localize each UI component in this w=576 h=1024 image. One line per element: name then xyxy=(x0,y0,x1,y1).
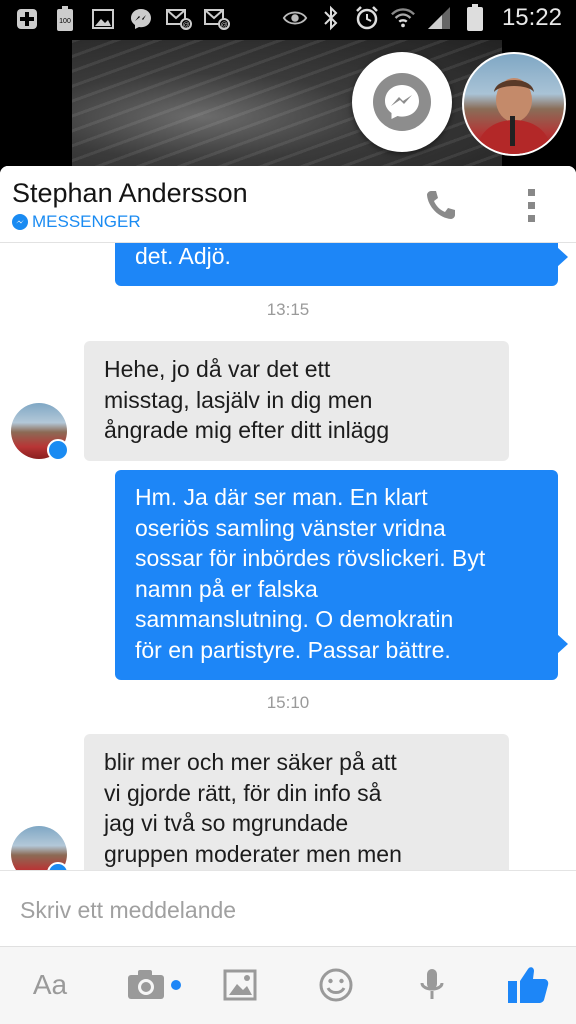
timestamp: 13:15 xyxy=(266,300,310,319)
plus-icon xyxy=(14,6,40,32)
more-options-button[interactable] xyxy=(516,184,546,226)
avatar xyxy=(476,78,552,154)
svg-text:100: 100 xyxy=(59,18,71,25)
incoming-message[interactable]: blir mer och mer säker på att vi gjorde … xyxy=(84,734,509,870)
conversation-header: Stephan Andersson MESSENGER xyxy=(0,166,576,243)
message-line: Hm. Ja där ser man. En klart xyxy=(135,484,428,510)
phone-icon xyxy=(427,191,455,219)
avatar[interactable] xyxy=(11,826,69,870)
status-clock: 15:22 xyxy=(501,4,562,31)
message-list[interactable]: det. Adjö. 13:15 Hehe, jo då var det ett… xyxy=(0,242,576,870)
app-label-text: MESSENGER xyxy=(32,212,141,231)
message-line: gruppen moderater men men xyxy=(104,840,402,867)
message-line: misstag, lasjälv in dig men xyxy=(104,386,373,413)
emoji-button[interactable] xyxy=(316,965,356,1005)
avatar[interactable] xyxy=(11,403,69,461)
emoji-icon xyxy=(319,968,353,1002)
contact-chat-head[interactable] xyxy=(462,52,566,156)
message-line: ångrade mig efter ditt inlägg xyxy=(104,417,390,443)
thumbs-up-icon xyxy=(508,967,549,1003)
eye-icon xyxy=(282,5,308,31)
bluetooth-icon xyxy=(318,5,344,31)
message-line: sammanslutning. O demokratin xyxy=(135,606,454,632)
text-format-button[interactable]: Aa xyxy=(30,965,70,1005)
messenger-icon xyxy=(12,214,28,230)
messenger-chat-head[interactable] xyxy=(352,52,452,152)
more-dot-icon xyxy=(527,188,535,196)
message-line: sossar för inbördes rövslickeri. Byt xyxy=(135,545,486,571)
messenger-icon xyxy=(128,6,154,32)
message-line: namn på er falska xyxy=(135,575,318,602)
message-line: vi gjorde rätt, för din info så xyxy=(104,779,382,806)
message-line: Hehe, jo då var det ett xyxy=(104,356,331,382)
message-input[interactable]: Skriv ett meddelande xyxy=(20,897,236,924)
voice-button[interactable] xyxy=(414,965,450,1005)
gallery-button[interactable] xyxy=(220,965,260,1005)
call-button[interactable] xyxy=(420,184,462,226)
message-composer[interactable]: Skriv ett meddelande xyxy=(0,870,576,947)
outgoing-message[interactable]: det. Adjö. xyxy=(115,242,568,286)
image-icon xyxy=(223,969,257,1001)
svg-text:@: @ xyxy=(220,22,227,29)
composer-toolbar: Aa xyxy=(0,946,576,1024)
mail-icon: @ xyxy=(166,6,192,32)
more-dot-icon xyxy=(527,214,535,222)
app-label: MESSENGER xyxy=(12,212,141,232)
camera-icon xyxy=(128,970,181,999)
wifi-icon xyxy=(390,5,416,31)
message-line: för en partistyre. Passar bättre. xyxy=(135,636,451,663)
more-dot-icon xyxy=(527,201,535,209)
status-bar: 100 @ @ 15:22 xyxy=(0,0,576,40)
mail-icon: @ xyxy=(204,6,230,32)
messenger-badge-icon xyxy=(47,439,69,461)
like-button[interactable] xyxy=(504,965,552,1005)
image-icon xyxy=(90,6,116,32)
svg-text:@: @ xyxy=(182,22,189,29)
incoming-message[interactable]: Hehe, jo då var det ett misstag, lasjälv… xyxy=(84,341,509,461)
timestamp: 15:10 xyxy=(266,693,310,712)
messenger-badge-icon xyxy=(47,862,69,870)
message-line: blir mer och mer säker på att xyxy=(104,749,397,775)
conversation-panel: Stephan Andersson MESSENGER det. Adjö. 1… xyxy=(0,166,576,1024)
message-line: oseriös samling vänster vridna xyxy=(135,514,446,541)
battery-icon xyxy=(462,4,488,31)
microphone-icon xyxy=(420,969,444,999)
message-line: jag vi två so mgrundade xyxy=(104,810,349,836)
message-line: det. Adjö. xyxy=(135,243,231,269)
outgoing-message[interactable]: Hm. Ja där ser man. En klart oseriös sam… xyxy=(115,470,568,680)
alarm-icon xyxy=(354,5,380,31)
signal-icon xyxy=(426,5,452,31)
messenger-icon xyxy=(385,85,419,119)
contact-name[interactable]: Stephan Andersson xyxy=(12,178,248,209)
battery-100-icon: 100 xyxy=(52,6,78,32)
camera-button[interactable] xyxy=(122,965,186,1005)
